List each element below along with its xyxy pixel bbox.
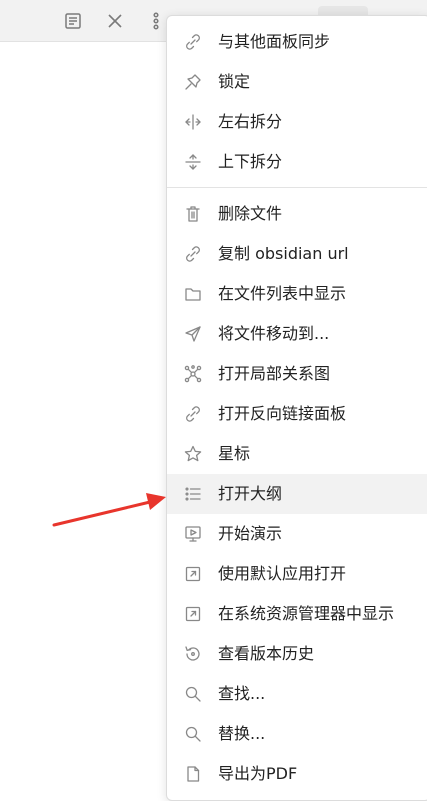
list-icon: [182, 483, 204, 505]
menu-item-label: 查找...: [218, 684, 266, 703]
menu-item-14[interactable]: 在系统资源管理器中显示: [167, 594, 427, 634]
menu-item-label: 开始演示: [218, 524, 283, 543]
menu-item-3[interactable]: 上下拆分: [167, 142, 427, 182]
menu-item-6[interactable]: 在文件列表中显示: [167, 274, 427, 314]
presentation-icon: [182, 523, 204, 545]
link-icon: [182, 403, 204, 425]
graph-icon: [182, 363, 204, 385]
more-options-icon[interactable]: [145, 10, 167, 32]
menu-item-2[interactable]: 左右拆分: [167, 102, 427, 142]
close-icon[interactable]: [104, 10, 126, 32]
menu-item-label: 与其他面板同步: [218, 32, 331, 51]
menu-item-4[interactable]: 删除文件: [167, 194, 427, 234]
menu-item-label: 打开反向链接面板: [218, 404, 347, 423]
star-icon: [182, 443, 204, 465]
menu-item-label: 打开大纲: [218, 484, 283, 503]
menu-item-7[interactable]: 将文件移动到...: [167, 314, 427, 354]
menu-item-15[interactable]: 查看版本历史: [167, 634, 427, 674]
split-vertical-icon: [182, 111, 204, 133]
context-menu: 与其他面板同步 锁定左右拆分上下拆分删除文件复制 obsidian url 在文件列…: [166, 15, 427, 801]
menu-item-16[interactable]: 查找...: [167, 674, 427, 714]
menu-item-13[interactable]: 使用默认应用打开: [167, 554, 427, 594]
menu-item-17[interactable]: 替换...: [167, 714, 427, 754]
menu-item-label: 删除文件: [218, 204, 283, 223]
menu-item-label: 在文件列表中显示: [218, 284, 347, 303]
menu-item-label: 导出为PDF: [218, 764, 298, 783]
menu-separator: [167, 187, 427, 188]
menu-item-9[interactable]: 打开反向链接面板: [167, 394, 427, 434]
trash-icon: [182, 203, 204, 225]
menu-item-label: 在系统资源管理器中显示: [218, 604, 395, 623]
menu-item-10[interactable]: 星标: [167, 434, 427, 474]
external-open-icon: [182, 603, 204, 625]
split-horizontal-icon: [182, 151, 204, 173]
menu-item-label: 复制 obsidian url: [218, 244, 349, 263]
pin-icon: [182, 71, 204, 93]
search-icon: [182, 723, 204, 745]
send-icon: [182, 323, 204, 345]
menu-item-5[interactable]: 复制 obsidian url: [167, 234, 427, 274]
menu-item-label: 打开局部关系图: [218, 364, 331, 383]
history-icon: [182, 643, 204, 665]
link-icon: [182, 243, 204, 265]
menu-item-label: 查看版本历史: [218, 644, 315, 663]
menu-item-label: 将文件移动到...: [218, 324, 330, 343]
menu-item-label: 左右拆分: [218, 112, 283, 131]
arrow-head: [146, 493, 166, 510]
menu-item-label: 使用默认应用打开: [218, 564, 347, 583]
menu-item-label: 上下拆分: [218, 152, 283, 171]
menu-item-18[interactable]: 导出为PDF: [167, 754, 427, 794]
menu-item-label: 星标: [218, 444, 251, 463]
menu-item-0[interactable]: 与其他面板同步: [167, 22, 427, 62]
external-open-icon: [182, 563, 204, 585]
menu-item-11[interactable]: 打开大纲: [167, 474, 427, 514]
reading-view-icon[interactable]: [62, 10, 84, 32]
folder-icon: [182, 283, 204, 305]
file-icon: [182, 763, 204, 785]
menu-item-label: 替换...: [218, 724, 266, 743]
menu-item-12[interactable]: 开始演示: [167, 514, 427, 554]
menu-item-8[interactable]: 打开局部关系图: [167, 354, 427, 394]
menu-item-1[interactable]: 锁定: [167, 62, 427, 102]
arrow-shaft: [52, 500, 152, 527]
search-icon: [182, 683, 204, 705]
link-icon: [182, 31, 204, 53]
menu-item-label: 锁定: [218, 72, 251, 91]
